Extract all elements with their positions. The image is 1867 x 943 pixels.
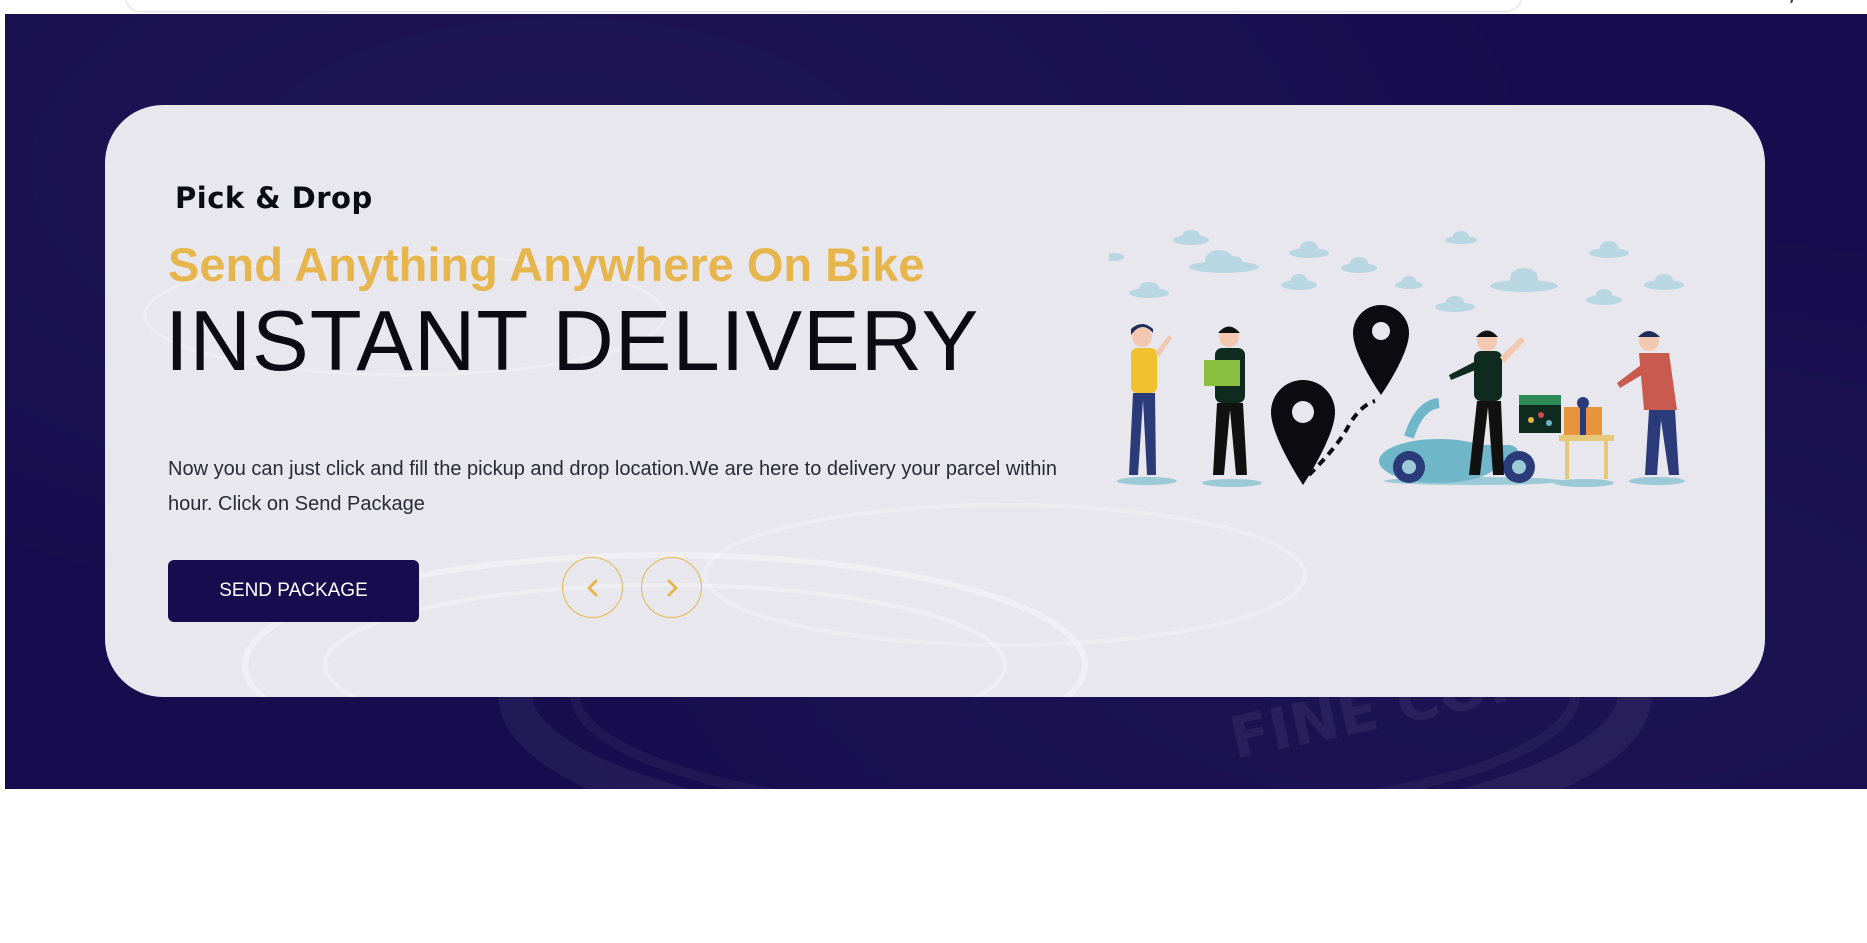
courier-figure-icon bbox=[1204, 326, 1247, 475]
hero-section: FINE COPPER Pick & Drop Send Anything An… bbox=[5, 14, 1867, 789]
customer-figure-icon bbox=[1129, 324, 1172, 475]
chevron-left-icon bbox=[587, 579, 597, 596]
chevron-right-icon bbox=[667, 579, 677, 596]
hero-headline: INSTANT DELIVERY bbox=[165, 294, 980, 389]
brand-logo[interactable]: Pick & Drop bbox=[175, 181, 373, 215]
hero-card: Pick & Drop Send Anything Anywhere On Bi… bbox=[105, 105, 1765, 697]
hero-description: Now you can just click and fill the pick… bbox=[168, 458, 1057, 515]
top-navbar-edge bbox=[125, 0, 1522, 12]
prev-slide-button[interactable] bbox=[562, 557, 623, 618]
scooter-icon bbox=[1379, 330, 1561, 483]
hero-tagline: Send Anything Anywhere On Bike bbox=[168, 238, 925, 291]
send-package-button[interactable]: SEND PACKAGE bbox=[168, 560, 419, 622]
receiver-figure-icon bbox=[1617, 331, 1679, 475]
gift-icon bbox=[1559, 397, 1614, 479]
next-slide-button[interactable] bbox=[641, 557, 702, 618]
chevron-icon bbox=[1784, 0, 1796, 4]
clouds-icon bbox=[1109, 230, 1684, 312]
delivery-illustration bbox=[1109, 230, 1685, 487]
